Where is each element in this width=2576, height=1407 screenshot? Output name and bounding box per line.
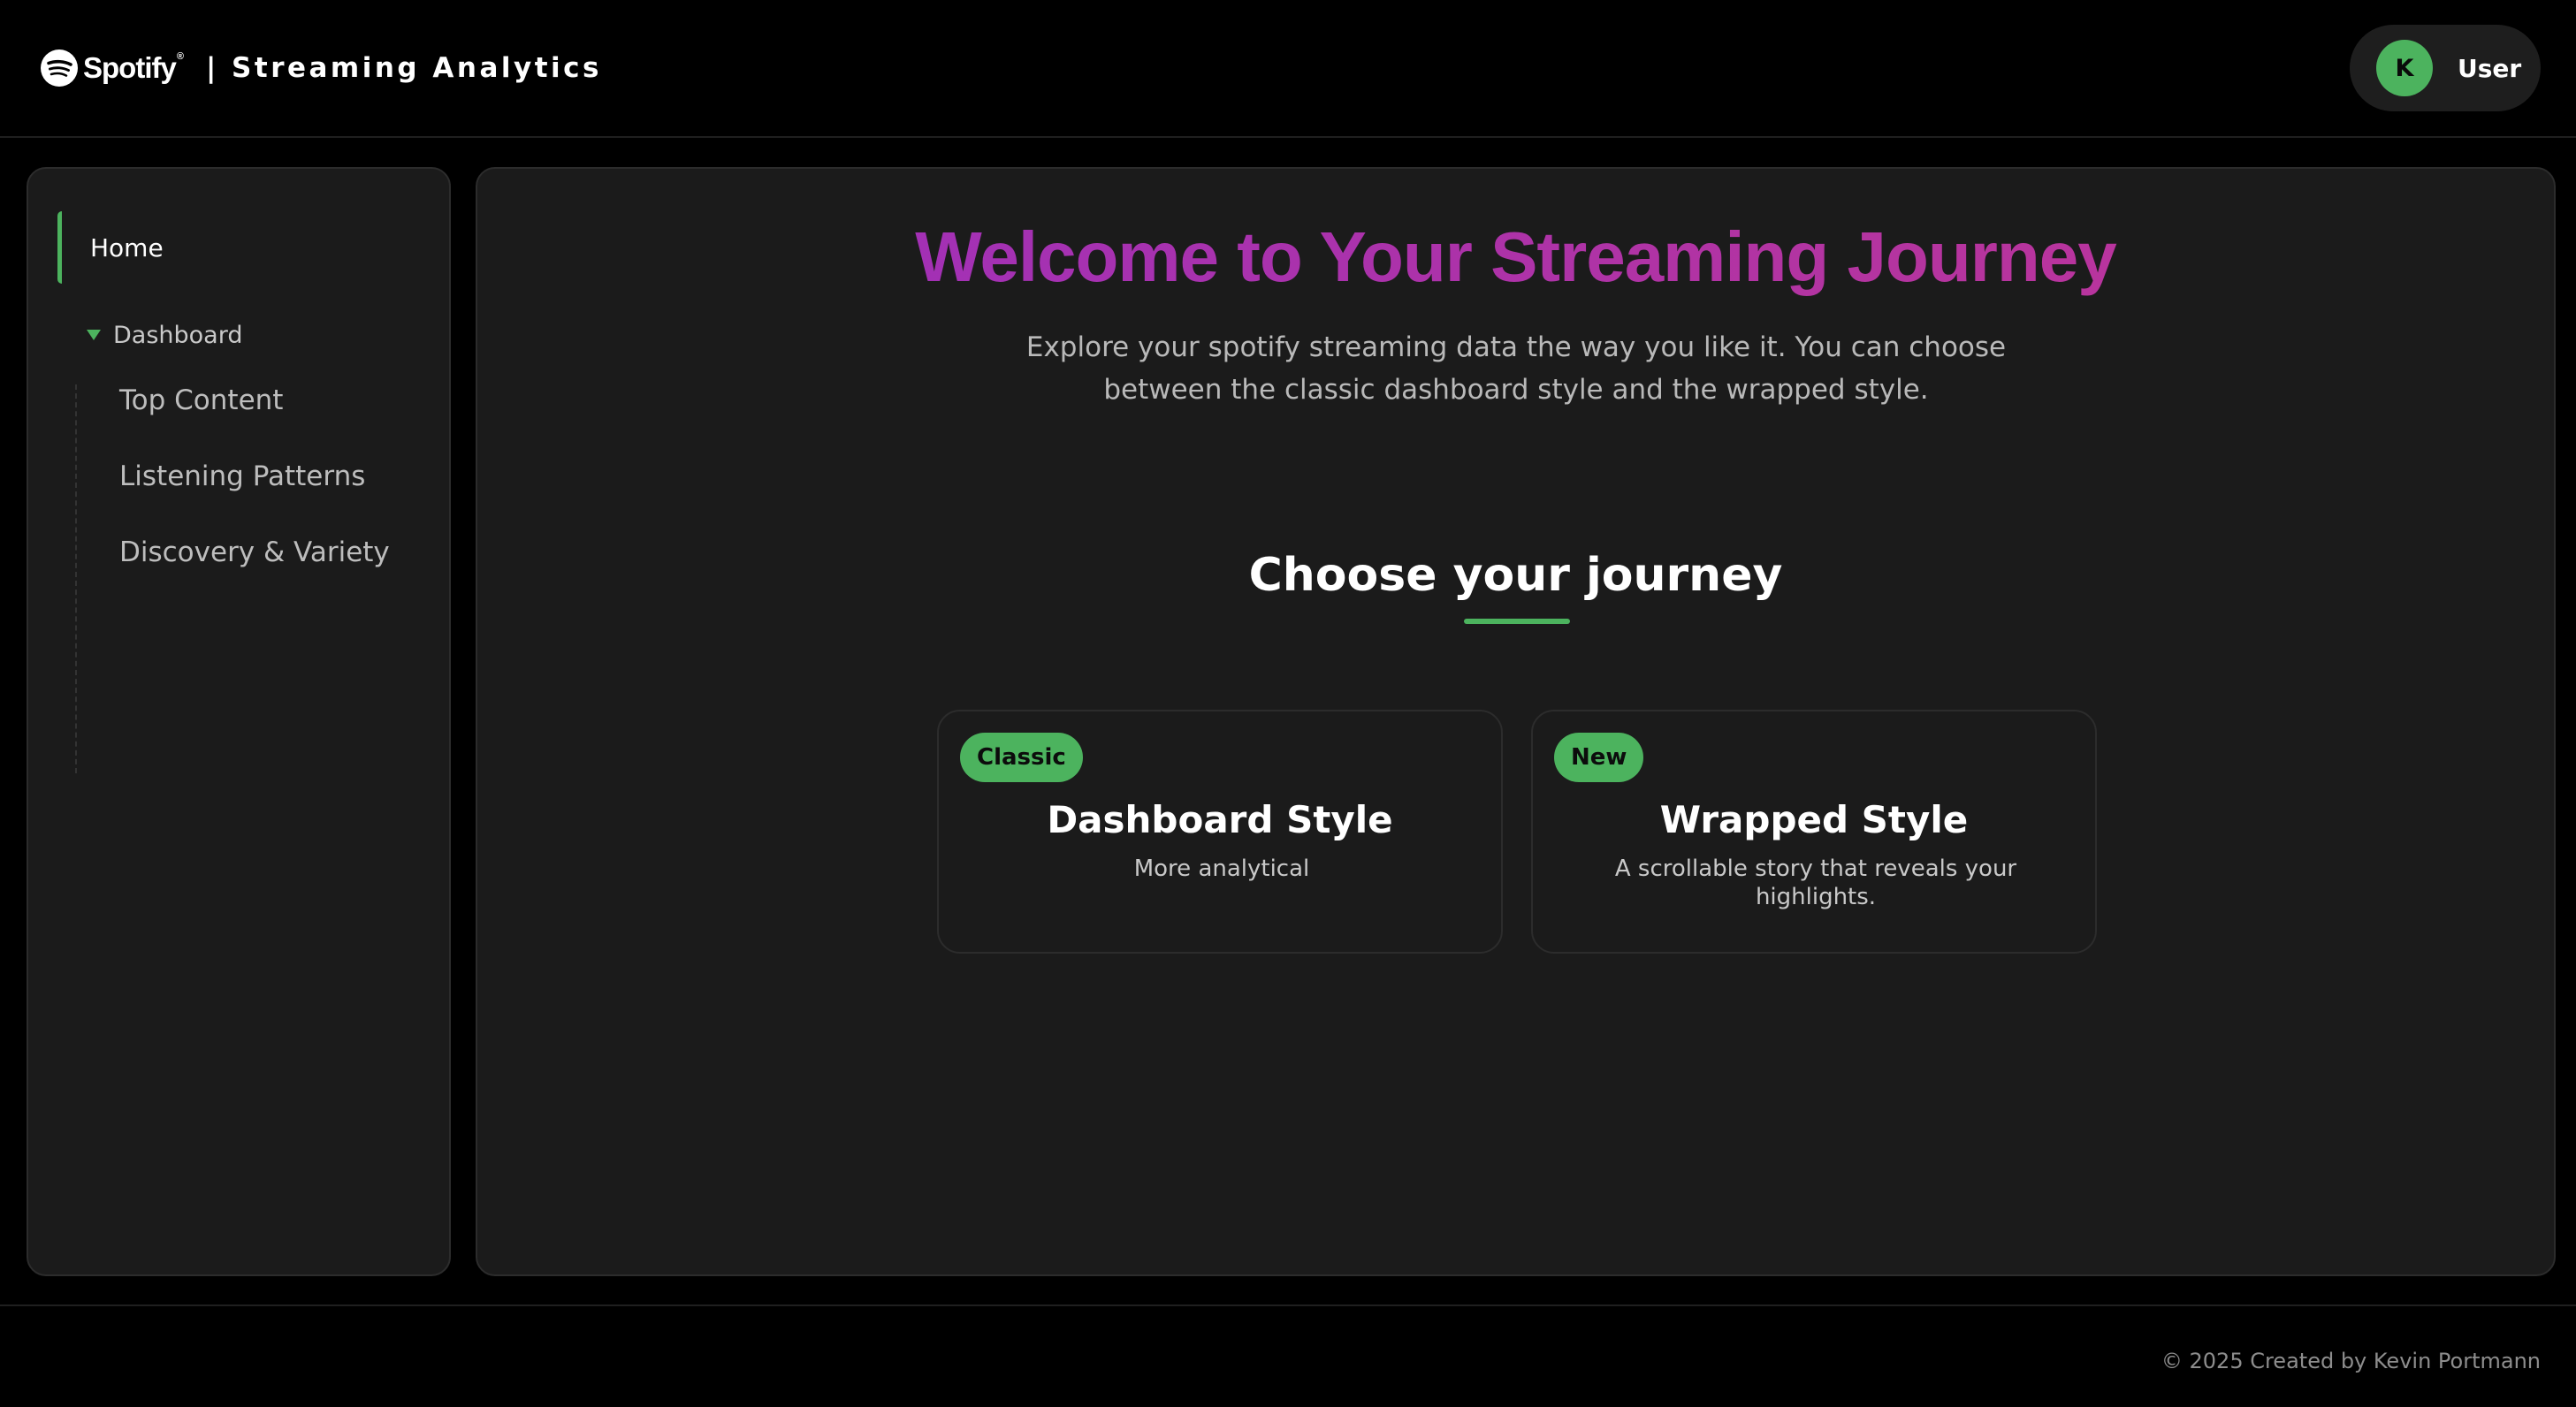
dashboard-subnav: Top Content Listening Patterns Discovery… — [75, 384, 390, 773]
page-title: Welcome to Your Streaming Journey — [477, 217, 2554, 298]
main-panel: Welcome to Your Streaming Journey Explor… — [476, 167, 2556, 1276]
user-menu-button[interactable]: K User — [2350, 25, 2541, 111]
sidebar: Home Dashboard Top Content Listening Pat… — [27, 167, 451, 1276]
spotify-wordmark: Spotify® — [83, 51, 184, 84]
app-header: Spotify® | Streaming Analytics K User — [0, 0, 2576, 138]
classic-badge: Classic — [960, 733, 1083, 782]
page-subtitle: Explore your spotify streaming data the … — [1025, 331, 2007, 406]
sidebar-item-discovery-variety[interactable]: Discovery & Variety — [119, 536, 390, 568]
sidebar-item-label: Home — [90, 232, 164, 262]
sidebar-item-label: Dashboard — [113, 321, 243, 349]
app-title: | Streaming Analytics — [205, 52, 602, 84]
caret-down-icon — [87, 330, 101, 340]
footer-copyright: © 2025 Created by Kevin Portmann — [2161, 1349, 2541, 1373]
card-description: More analytical — [1133, 856, 1310, 882]
new-badge: New — [1554, 733, 1644, 782]
card-description: A scrollable story that reveals your hig… — [1614, 856, 2017, 910]
sidebar-item-home[interactable]: Home — [57, 211, 429, 284]
user-name: User — [2458, 53, 2522, 83]
brand: Spotify® | Streaming Analytics — [41, 49, 602, 87]
sidebar-item-top-content[interactable]: Top Content — [119, 384, 283, 416]
avatar: K — [2376, 40, 2433, 96]
card-title: Wrapped Style — [1659, 798, 1969, 841]
wrapped-style-card[interactable]: New Wrapped Style A scrollable story tha… — [1531, 710, 2097, 954]
section-title-underline — [1464, 619, 1570, 624]
card-title: Dashboard Style — [1047, 798, 1393, 841]
section-title: Choose your journey — [1248, 549, 1783, 602]
spotify-logo-icon — [41, 49, 78, 87]
footer: © 2025 Created by Kevin Portmann — [0, 1304, 2576, 1407]
spotify-logo[interactable]: Spotify® — [41, 49, 184, 87]
dashboard-style-card[interactable]: Classic Dashboard Style More analytical — [937, 710, 1503, 954]
sidebar-item-listening-patterns[interactable]: Listening Patterns — [119, 460, 365, 492]
sidebar-item-dashboard[interactable]: Dashboard — [87, 317, 242, 353]
